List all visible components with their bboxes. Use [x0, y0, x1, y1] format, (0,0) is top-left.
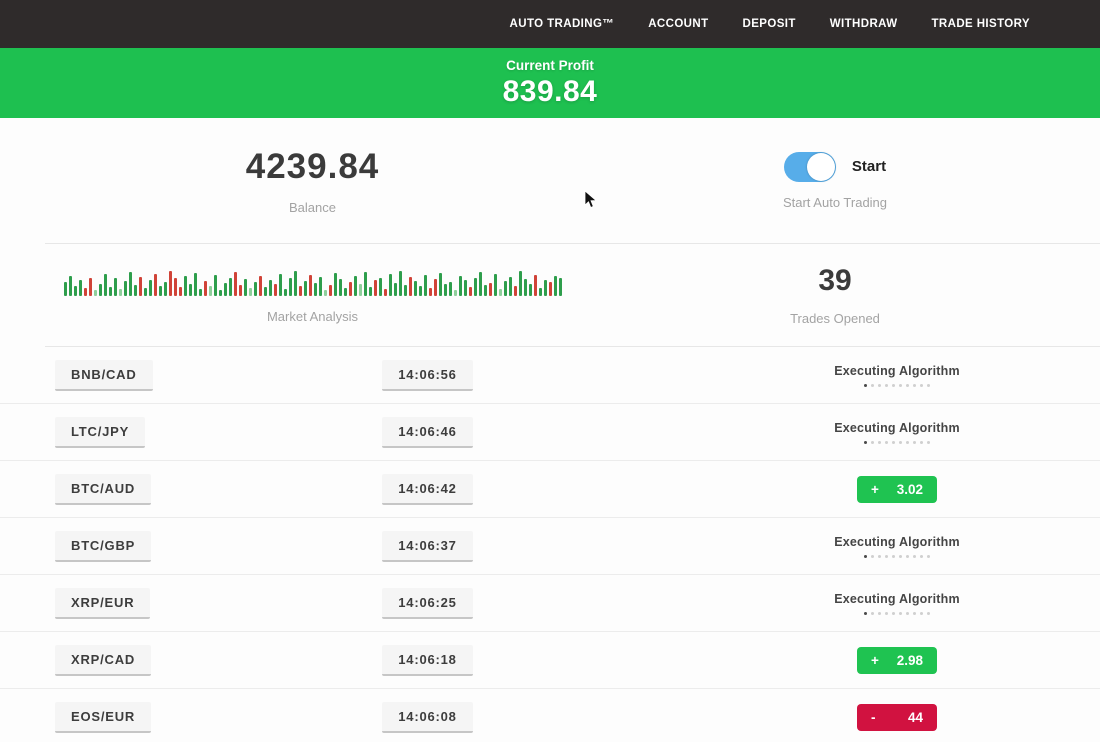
time-badge: 14:06:08	[382, 702, 472, 733]
pair-badge: XRP/CAD	[55, 645, 151, 676]
trade-row: LTC/JPY 14:06:46 Executing Algorithm	[0, 404, 1100, 461]
trade-row: BTC/AUD 14:06:42 +3.02	[0, 461, 1100, 518]
trade-row: BTC/GBP 14:06:37 Executing Algorithm	[0, 518, 1100, 575]
loader-dots	[864, 441, 930, 444]
trade-row: XRP/CAD 14:06:18 +2.98	[0, 632, 1100, 689]
time-badge: 14:06:46	[382, 417, 472, 448]
time-badge: 14:06:56	[382, 360, 472, 391]
pair-badge: BNB/CAD	[55, 360, 153, 391]
top-nav: AUTO TRADING™ ACCOUNT DEPOSIT WITHDRAW T…	[0, 0, 1100, 48]
stats-row-balance: 4239.84 Balance Start Start Auto Trading	[0, 118, 1100, 243]
time-badge: 14:06:18	[382, 645, 472, 676]
trade-list: BNB/CAD 14:06:56 Executing Algorithm LTC…	[0, 347, 1100, 742]
trade-status: -44	[694, 704, 1100, 731]
trade-status: Executing Algorithm	[694, 592, 1100, 615]
pair-badge: BTC/AUD	[55, 474, 151, 505]
executing-algorithm-label: Executing Algorithm	[834, 535, 960, 549]
trades-opened-value: 39	[818, 264, 851, 298]
pair-badge: LTC/JPY	[55, 417, 145, 448]
loss-badge: -44	[857, 704, 937, 731]
nav-item-auto-trading[interactable]: AUTO TRADING™	[510, 18, 615, 30]
trades-opened-label: Trades Opened	[790, 311, 880, 326]
nav-item-account[interactable]: ACCOUNT	[648, 18, 708, 30]
auto-trading-toggle[interactable]	[784, 152, 836, 182]
trade-row: EOS/EUR 14:06:08 -44	[0, 689, 1100, 742]
executing-algorithm-label: Executing Algorithm	[834, 592, 960, 606]
loader-dots	[864, 612, 930, 615]
toggle-knob	[807, 153, 835, 181]
stats-row-market: Market Analysis 39 Trades Opened	[0, 244, 1100, 346]
pair-badge: BTC/GBP	[55, 531, 151, 562]
executing-algorithm-label: Executing Algorithm	[834, 364, 960, 378]
trade-status: Executing Algorithm	[694, 535, 1100, 558]
profit-badge: +2.98	[857, 647, 937, 674]
balance-block: 4239.84 Balance	[0, 118, 625, 243]
market-analysis-label: Market Analysis	[267, 309, 358, 324]
pair-badge: EOS/EUR	[55, 702, 151, 733]
time-badge: 14:06:25	[382, 588, 472, 619]
profit-badge: +3.02	[857, 476, 937, 503]
auto-trading-block: Start Start Auto Trading	[625, 118, 1045, 243]
trades-opened-block: 39 Trades Opened	[625, 244, 1045, 346]
time-badge: 14:06:37	[382, 531, 472, 562]
trade-status: Executing Algorithm	[694, 364, 1100, 387]
market-analysis-block: Market Analysis	[0, 244, 625, 346]
trade-row: BNB/CAD 14:06:56 Executing Algorithm	[0, 347, 1100, 404]
current-profit-banner: Current Profit 839.84	[0, 48, 1100, 118]
balance-value: 4239.84	[246, 147, 380, 187]
nav-item-trade-history[interactable]: TRADE HISTORY	[932, 18, 1031, 30]
loader-dots	[864, 384, 930, 387]
balance-label: Balance	[289, 200, 336, 215]
nav-item-withdraw[interactable]: WITHDRAW	[830, 18, 898, 30]
current-profit-value: 839.84	[503, 75, 598, 109]
toggle-start-label: Start	[852, 158, 886, 175]
trade-status: Executing Algorithm	[694, 421, 1100, 444]
current-profit-label: Current Profit	[506, 58, 594, 73]
market-analysis-chart	[64, 266, 562, 296]
auto-trading-caption: Start Auto Trading	[783, 195, 887, 210]
executing-algorithm-label: Executing Algorithm	[834, 421, 960, 435]
trade-status: +3.02	[694, 476, 1100, 503]
nav-item-deposit[interactable]: DEPOSIT	[743, 18, 796, 30]
trade-status: +2.98	[694, 647, 1100, 674]
time-badge: 14:06:42	[382, 474, 472, 505]
pair-badge: XRP/EUR	[55, 588, 150, 619]
loader-dots	[864, 555, 930, 558]
trade-row: XRP/EUR 14:06:25 Executing Algorithm	[0, 575, 1100, 632]
